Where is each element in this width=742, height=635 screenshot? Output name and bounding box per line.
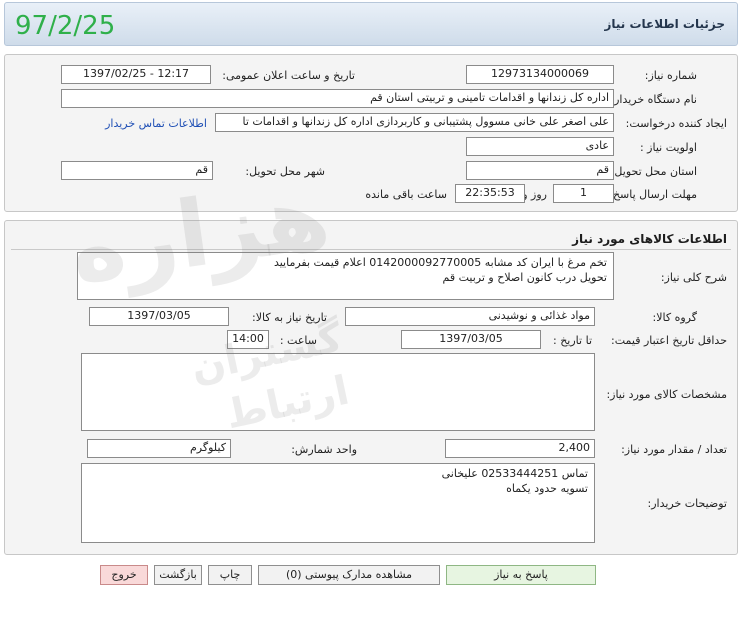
desc-line-1: تخم مرغ با ایران کد مشابه 01420000927700… <box>273 256 607 269</box>
time-field: 14:00 <box>227 330 269 349</box>
page-title: جزئیات اطلاعات نیاز <box>604 17 725 31</box>
desc-line-2: تحویل درب کانون اصلاح و تربیت قم <box>442 271 607 284</box>
deadline-days-field: 1 <box>553 184 614 203</box>
qty-label: تعداد / مقدار مورد نیاز: <box>621 443 727 456</box>
title-bar: 97/2/25 جزئیات اطلاعات نیاز <box>4 2 738 46</box>
exit-button[interactable]: خروج <box>100 565 148 585</box>
buyer-notes-field: تماس 02533444251 علیخانی تسویه حدود یکما… <box>81 463 595 543</box>
desc-label: شرح کلی نیاز: <box>660 271 727 284</box>
buyer-contact-link[interactable]: اطلاعات تماس خریدار <box>105 117 207 130</box>
until-date-field: 1397/03/05 <box>401 330 541 349</box>
goods-panel: اطلاعات کالاهای مورد نیاز شرح کلی نیاز: … <box>4 220 738 555</box>
goods-section-title: اطلاعات کالاهای مورد نیاز <box>572 232 727 246</box>
qty-field: 2,400 <box>445 439 595 458</box>
back-button[interactable]: بازگشت <box>154 565 202 585</box>
specs-label: مشخصات کالای مورد نیاز: <box>606 388 727 401</box>
section-divider <box>11 249 731 250</box>
need-info-panel: شماره نیاز: 12973134000069 تاریخ و ساعت … <box>4 54 738 212</box>
city-field: قم <box>61 161 213 180</box>
date-stamp: 97/2/25 <box>15 11 116 41</box>
buyer-notes-label: توضیحات خریدار: <box>647 497 728 510</box>
creator-field: علی اصغر علی خانی مسوول پشتیبانی و کاربر… <box>215 113 614 132</box>
reply-button[interactable]: پاسخ به نیاز <box>446 565 596 585</box>
deadline-label: مهلت ارسال پاسخ: <box>609 188 697 201</box>
until-date-label: تا تاریخ : <box>553 334 592 347</box>
days-word: روز و <box>522 188 547 201</box>
need-date-field: 1397/03/05 <box>89 307 229 326</box>
creator-label: ایجاد کننده درخواست: <box>625 117 727 130</box>
need-number-field: 12973134000069 <box>466 65 614 84</box>
remaining-text: ساعت باقی مانده <box>365 188 447 201</box>
need-number-label: شماره نیاز: <box>644 69 697 82</box>
desc-field: تخم مرغ با ایران کد مشابه 01420000927700… <box>77 252 614 300</box>
notes-line-1: تماس 02533444251 علیخانی <box>441 467 588 480</box>
city-label: شهر محل تحویل: <box>245 165 325 178</box>
attachments-button[interactable]: مشاهده مدارک پیوستی (0) <box>258 565 440 585</box>
unit-field: کیلوگرم <box>87 439 231 458</box>
print-button[interactable]: چاپ <box>208 565 252 585</box>
priority-field: عادی <box>466 137 614 156</box>
buyer-org-field: اداره کل زندانها و اقدامات تامینی و تربی… <box>61 89 614 108</box>
need-date-label: تاریخ نیاز به کالا: <box>252 311 327 324</box>
deadline-time-field: 22:35:53 <box>455 184 525 203</box>
unit-label: واحد شمارش: <box>291 443 357 456</box>
notes-line-2: تسویه حدود یکماه <box>506 482 588 495</box>
specs-field[interactable] <box>81 353 595 431</box>
announce-label: تاریخ و ساعت اعلان عمومی: <box>222 69 355 82</box>
province-label: استان محل تحویل: <box>610 165 697 178</box>
province-field: قم <box>466 161 614 180</box>
time-label: ساعت : <box>279 334 317 347</box>
min-validity-label: حداقل تاریخ اعتبار قیمت: <box>611 334 727 347</box>
group-label: گروه کالا: <box>652 311 697 324</box>
announce-field: 1397/02/25 - 12:17 <box>61 65 211 84</box>
group-field: مواد غذائی و نوشیدنی <box>345 307 595 326</box>
buyer-org-label: نام دستگاه خریدار: <box>610 93 697 106</box>
priority-label: اولویت نیاز : <box>639 141 697 154</box>
